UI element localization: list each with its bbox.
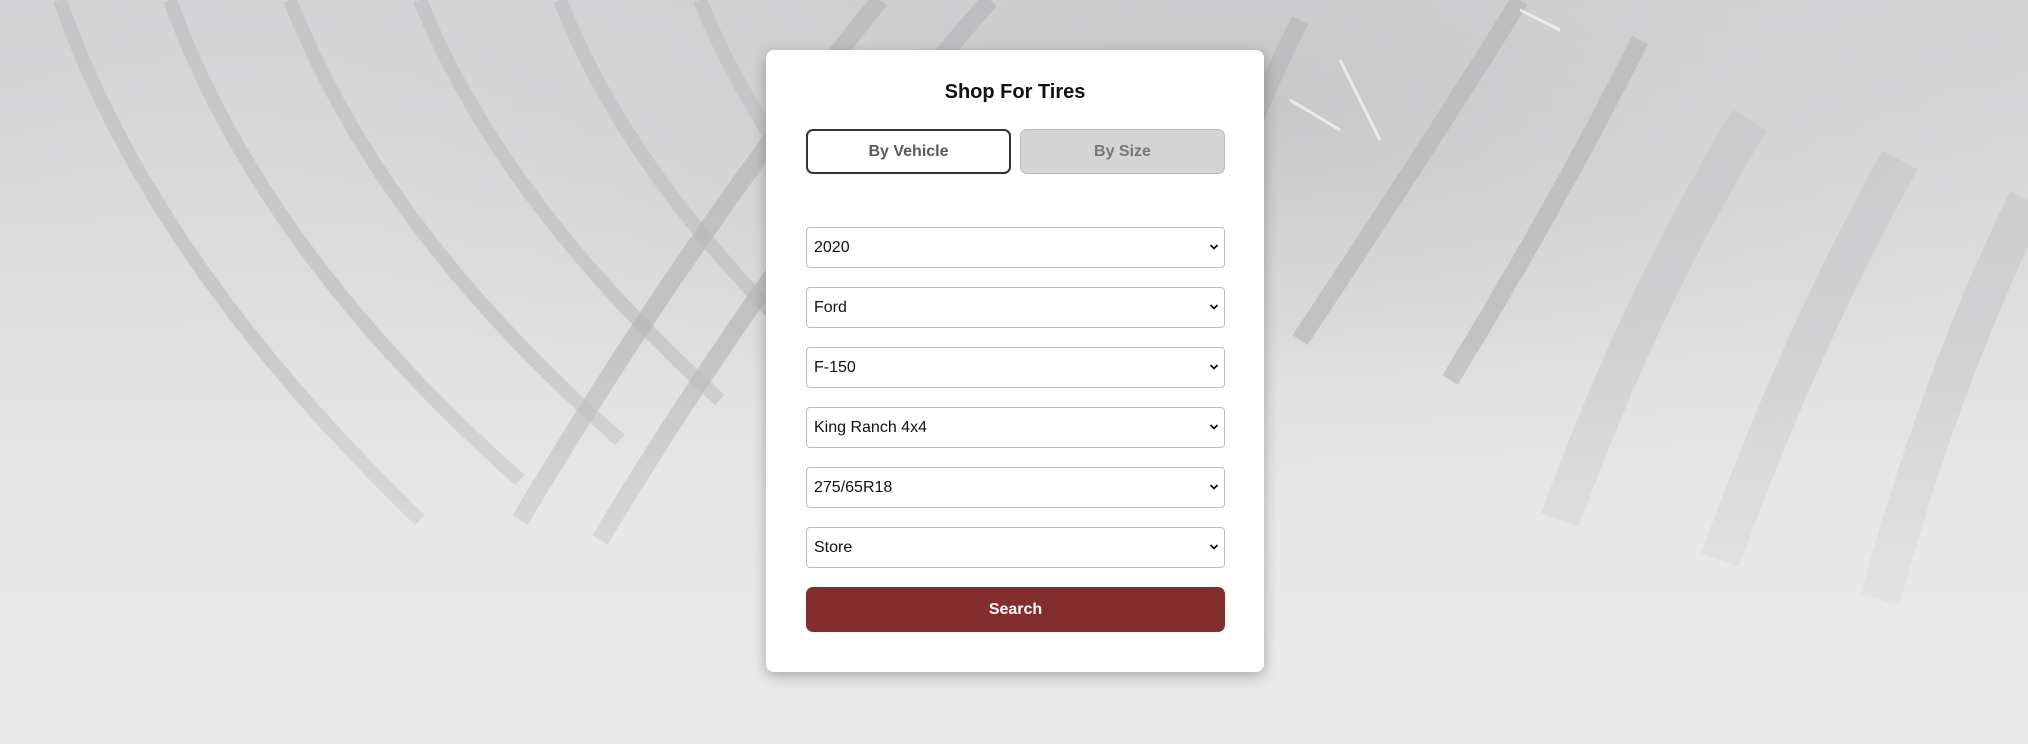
year-select[interactable]: 2020 (806, 227, 1225, 268)
tab-by-vehicle[interactable]: By Vehicle (806, 129, 1011, 174)
trim-select[interactable]: King Ranch 4x4 (806, 407, 1225, 448)
tab-by-size[interactable]: By Size (1020, 129, 1225, 174)
search-button[interactable]: Search (806, 587, 1225, 632)
store-select[interactable]: Store (806, 527, 1225, 568)
tire-size-select[interactable]: 275/65R18 (806, 467, 1225, 508)
store-select-value: Store (814, 539, 853, 556)
year-select-value: 2020 (814, 239, 850, 256)
trim-select-value: King Ranch 4x4 (814, 419, 927, 436)
model-select[interactable]: F-150 (806, 347, 1225, 388)
chevron-down-icon (1209, 544, 1219, 550)
make-select-value: Ford (814, 299, 847, 316)
chevron-down-icon (1209, 364, 1219, 370)
form-title: Shop For Tires (944, 81, 1086, 103)
tire-size-select-value: 275/65R18 (814, 479, 893, 496)
chevron-down-icon (1209, 424, 1219, 430)
chevron-down-icon (1209, 244, 1219, 250)
chevron-down-icon (1209, 304, 1219, 310)
model-select-value: F-150 (814, 359, 856, 376)
make-select[interactable]: Ford (806, 287, 1225, 328)
chevron-down-icon (1209, 484, 1219, 490)
tire-search-card: Shop For Tires By Vehicle By Size 2020 F… (766, 50, 1264, 672)
